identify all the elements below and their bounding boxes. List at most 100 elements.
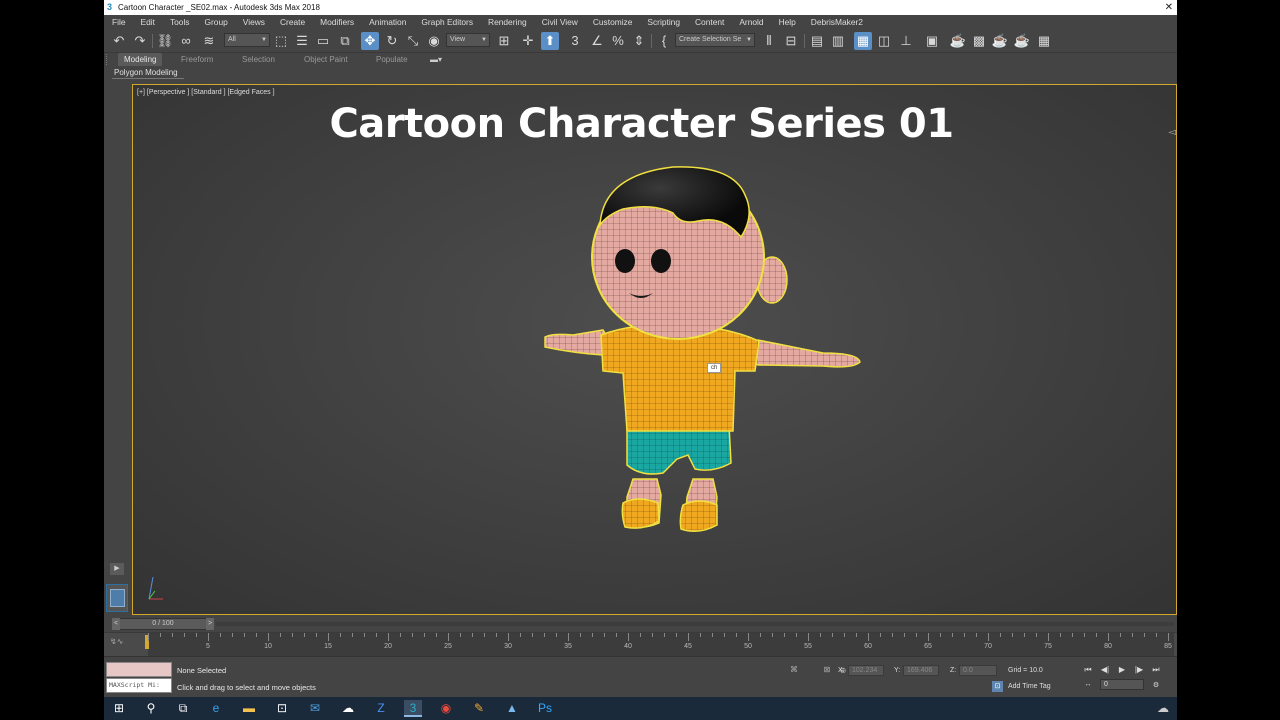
- chrome-icon[interactable]: ◉: [437, 700, 455, 717]
- photoshop-icon[interactable]: Ps: [536, 700, 554, 717]
- search-icon[interactable]: ⚲: [142, 700, 160, 717]
- render-icon[interactable]: ☕: [991, 32, 1009, 50]
- mail-icon[interactable]: ✉: [306, 700, 324, 717]
- rendered-frame-icon[interactable]: ▩: [970, 32, 988, 50]
- key-mode-icon[interactable]: ↔: [1082, 681, 1094, 688]
- spinner-snap-icon[interactable]: ⇕: [630, 32, 648, 50]
- next-frame-icon[interactable]: >: [206, 618, 214, 630]
- percent-snap-icon[interactable]: %: [609, 32, 627, 50]
- y-coordinate-field[interactable]: 169.406: [903, 665, 939, 676]
- menu-item-help[interactable]: Help: [771, 17, 803, 27]
- go-to-start-icon[interactable]: ⏮: [1082, 665, 1094, 675]
- keyboard-shortcut-icon[interactable]: ⬆: [541, 32, 559, 50]
- prev-frame-icon[interactable]: <: [112, 618, 120, 630]
- select-place-icon[interactable]: ◉: [425, 32, 443, 50]
- time-configuration-icon[interactable]: ⚙: [1150, 681, 1162, 689]
- ribbon-toggle-icon[interactable]: ▦: [854, 32, 872, 50]
- render-iterative-icon[interactable]: ☕: [1013, 32, 1031, 50]
- menu-item-modifiers[interactable]: Modifiers: [312, 17, 361, 27]
- menu-item-graph-editors[interactable]: Graph Editors: [413, 17, 480, 27]
- menu-item-animation[interactable]: Animation: [361, 17, 413, 27]
- bind-spacewarp-icon[interactable]: ≋: [200, 32, 218, 50]
- tab-modeling[interactable]: Modeling: [118, 53, 163, 66]
- tab-populate[interactable]: Populate: [370, 53, 414, 66]
- close-icon[interactable]: ✕: [1165, 0, 1173, 15]
- mini-curve-editor-icon[interactable]: ↯∿: [110, 637, 132, 651]
- add-time-tag[interactable]: Add Time Tag: [1008, 683, 1051, 690]
- task-view-icon[interactable]: ⧉: [174, 700, 192, 717]
- edit-named-sel-icon[interactable]: {: [655, 32, 673, 50]
- viewport-layout-thumb[interactable]: [106, 584, 128, 612]
- menu-item-tools[interactable]: Tools: [162, 17, 197, 27]
- render-setup-icon[interactable]: ☕: [949, 32, 967, 50]
- undo-icon[interactable]: ↶: [110, 32, 128, 50]
- cartoon-character-model[interactable]: [133, 85, 1177, 615]
- selection-lock-icon[interactable]: ⊠: [822, 665, 832, 675]
- snaps-toggle-icon[interactable]: 3: [566, 32, 584, 50]
- polygon-modeling-panel[interactable]: Polygon Modeling: [104, 66, 1177, 79]
- menu-item-create[interactable]: Create: [272, 17, 312, 27]
- ribbon-options-icon[interactable]: ▬▾: [424, 53, 448, 66]
- reference-coord-dropdown[interactable]: View ▼: [446, 33, 490, 47]
- mirror-icon[interactable]: ⫴: [760, 32, 778, 50]
- x-coordinate-field[interactable]: 102.234: [848, 665, 884, 676]
- app-blue-icon[interactable]: ▲: [503, 700, 521, 717]
- selection-filter-dropdown[interactable]: All ▼: [224, 33, 270, 47]
- maxscript-mini-listener[interactable]: MAXScript Mi:: [106, 678, 172, 693]
- menu-item-content[interactable]: Content: [687, 17, 731, 27]
- window-crossing-icon[interactable]: ⧉: [336, 32, 354, 50]
- menu-item-group[interactable]: Group: [197, 17, 235, 27]
- tab-freeform[interactable]: Freeform: [175, 53, 219, 66]
- ribbon-grip[interactable]: [106, 54, 109, 65]
- menu-item-scripting[interactable]: Scripting: [639, 17, 687, 27]
- time-slider-track[interactable]: [216, 622, 1174, 626]
- select-by-name-icon[interactable]: ☰: [293, 32, 311, 50]
- redo-icon[interactable]: ↷: [131, 32, 149, 50]
- edge-browser-icon[interactable]: e: [207, 700, 225, 717]
- menu-item-rendering[interactable]: Rendering: [480, 17, 534, 27]
- perspective-viewport[interactable]: [+] [Perspective ] [Standard ] [Edged Fa…: [132, 84, 1177, 615]
- material-editor-icon[interactable]: ▣: [923, 32, 941, 50]
- grid-layout-icon[interactable]: ▦: [1035, 32, 1053, 50]
- schematic-view-icon[interactable]: ⊥: [897, 32, 915, 50]
- current-frame-field[interactable]: 0: [1100, 679, 1144, 690]
- 3dsmax-taskbar-icon[interactable]: 3: [404, 700, 422, 717]
- select-manipulate-icon[interactable]: ✛: [519, 32, 537, 50]
- go-to-end-icon[interactable]: ⏭: [1150, 665, 1162, 675]
- select-object-icon[interactable]: ⬚: [272, 32, 290, 50]
- menu-item-file[interactable]: File: [104, 17, 133, 27]
- select-move-icon[interactable]: ✥: [361, 32, 379, 50]
- curve-editor-icon[interactable]: ◫: [875, 32, 893, 50]
- z-coordinate-field[interactable]: 0.0: [959, 665, 997, 676]
- app-orange-icon[interactable]: ✎: [470, 700, 488, 717]
- windows-start-icon[interactable]: ⊞: [110, 700, 128, 717]
- layer-explorer-icon[interactable]: ▥: [829, 32, 847, 50]
- unlink-icon[interactable]: ∞: [177, 32, 195, 50]
- menu-item-edit[interactable]: Edit: [133, 17, 162, 27]
- menu-item-views[interactable]: Views: [235, 17, 272, 27]
- next-frame-icon[interactable]: |▶: [1133, 665, 1145, 674]
- track-bar-ruler[interactable]: 5 10 15 20 25 30 35 40 45 50 55 60 65 70 75 80 85: [145, 633, 1174, 657]
- notification-icon[interactable]: ☁: [1154, 700, 1172, 717]
- select-scale-icon[interactable]: ⤡: [404, 32, 422, 50]
- select-rotate-icon[interactable]: ↻: [383, 32, 401, 50]
- previous-frame-icon[interactable]: ◀|: [1099, 665, 1111, 674]
- expand-arrow-icon[interactable]: ▶: [110, 563, 124, 575]
- tab-object-paint[interactable]: Object Paint: [298, 53, 354, 66]
- link-icon[interactable]: ⛓: [156, 32, 174, 50]
- scene-explorer-icon[interactable]: ▤: [808, 32, 826, 50]
- menu-item-arnold[interactable]: Arnold: [731, 17, 770, 27]
- maxscript-listener-output[interactable]: [106, 662, 172, 677]
- pivot-icon[interactable]: ⊞: [495, 32, 513, 50]
- menu-item-customize[interactable]: Customize: [585, 17, 640, 27]
- zoom-icon[interactable]: Z: [372, 700, 390, 717]
- menu-item-debrismaker2[interactable]: DebrisMaker2: [803, 17, 870, 27]
- named-selection-dropdown[interactable]: Create Selection Se ▼: [675, 33, 755, 47]
- rect-selection-icon[interactable]: ▭: [314, 32, 332, 50]
- store-icon[interactable]: ⊡: [273, 700, 291, 717]
- tab-selection[interactable]: Selection: [236, 53, 281, 66]
- menu-item-civil-view[interactable]: Civil View: [534, 17, 585, 27]
- time-slider[interactable]: < 0 / 100 >: [112, 618, 214, 630]
- time-tag-icon[interactable]: ⊡: [992, 681, 1003, 692]
- angle-snap-icon[interactable]: ∠: [588, 32, 606, 50]
